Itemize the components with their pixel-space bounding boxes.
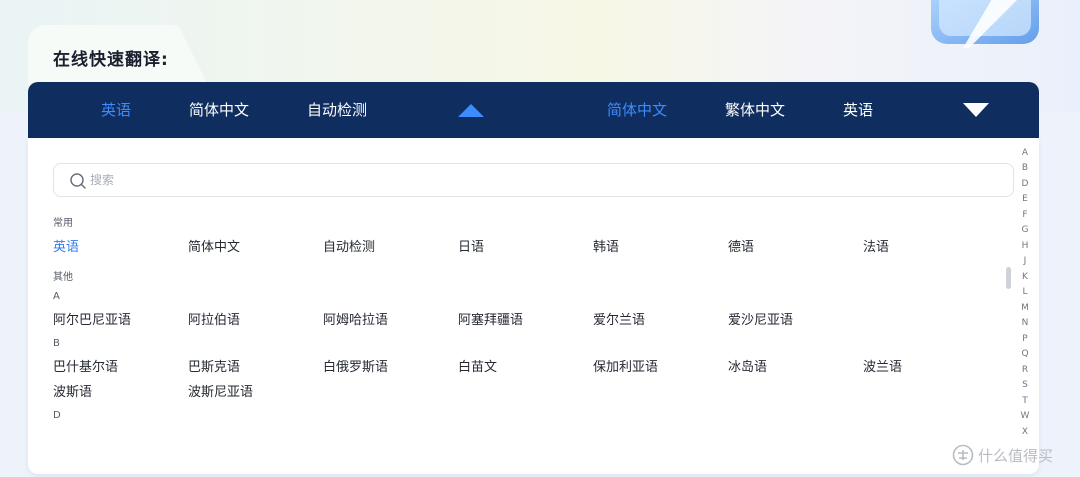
target-lang-simplified-chinese[interactable]: 简体中文 (607, 82, 667, 138)
lang-item-estonian[interactable]: 爱沙尼亚语 (728, 309, 793, 328)
collapse-source-icon[interactable] (458, 104, 484, 117)
lang-item-english[interactable]: 英语 (53, 236, 79, 255)
lang-item-bashkir[interactable]: 巴什基尔语 (53, 356, 118, 375)
watermark: 什么值得买 (952, 443, 1053, 467)
target-lang-traditional-chinese[interactable]: 繁体中文 (725, 82, 785, 138)
letter-d-label: D (53, 410, 61, 421)
language-bar: 英语 简体中文 自动检测 简体中文 繁体中文 英语 (28, 82, 1039, 138)
lang-item-bulgarian[interactable]: 保加利亚语 (593, 356, 658, 375)
lang-item-korean[interactable]: 韩语 (593, 236, 619, 255)
expand-target-icon[interactable] (963, 103, 989, 117)
search-box[interactable] (53, 163, 1014, 197)
source-lang-simplified-chinese[interactable]: 简体中文 (189, 82, 249, 138)
watermark-text: 什么值得买 (978, 446, 1054, 465)
page-title: 在线快速翻译: (53, 50, 169, 70)
alpha-index-t[interactable]: T (1019, 396, 1031, 406)
lang-item-hmong-daw[interactable]: 白苗文 (458, 356, 497, 375)
lang-item-arabic[interactable]: 阿拉伯语 (188, 309, 240, 328)
lang-item-irish[interactable]: 爱尔兰语 (593, 309, 645, 328)
search-icon (70, 173, 86, 189)
lang-item-bosnian[interactable]: 波斯尼亚语 (188, 381, 253, 400)
alpha-index-e[interactable]: E (1019, 194, 1031, 204)
lang-item-auto-detect[interactable]: 自动检测 (323, 236, 375, 255)
alpha-index-f[interactable]: F (1019, 210, 1031, 220)
lang-item-simplified-chinese[interactable]: 简体中文 (188, 236, 240, 255)
lang-item-german[interactable]: 德语 (728, 236, 754, 255)
alpha-index-l[interactable]: L (1019, 287, 1031, 297)
section-common-label: 常用 (53, 218, 73, 229)
alpha-index-a[interactable]: A (1019, 148, 1031, 158)
target-lang-english[interactable]: 英语 (843, 82, 873, 138)
source-lang-english[interactable]: 英语 (101, 82, 131, 138)
lang-item-belarusian[interactable]: 白俄罗斯语 (323, 356, 388, 375)
lang-item-polish[interactable]: 波兰语 (863, 356, 902, 375)
lang-item-japanese[interactable]: 日语 (458, 236, 484, 255)
search-input[interactable] (90, 168, 990, 192)
alpha-index-n[interactable]: N (1019, 318, 1031, 328)
alpha-index-w[interactable]: W (1019, 411, 1031, 421)
alpha-index-x[interactable]: X (1019, 427, 1031, 437)
alpha-index-h[interactable]: H (1019, 241, 1031, 251)
lang-item-amharic[interactable]: 阿姆哈拉语 (323, 309, 388, 328)
scrollbar-thumb[interactable] (1006, 267, 1011, 289)
alpha-index-r[interactable]: R (1019, 365, 1031, 375)
zhi-logo-icon (952, 444, 974, 466)
lang-item-albanian[interactable]: 阿尔巴尼亚语 (53, 309, 131, 328)
letter-a-label: A (53, 291, 60, 302)
alpha-index-p[interactable]: P (1019, 334, 1031, 344)
alpha-index-k[interactable]: K (1019, 272, 1031, 282)
lang-item-french[interactable]: 法语 (863, 236, 889, 255)
lang-item-azerbaijani[interactable]: 阿塞拜疆语 (458, 309, 523, 328)
lang-item-icelandic[interactable]: 冰岛语 (728, 356, 767, 375)
decorative-logo-icon (931, 0, 1039, 48)
section-other-label: 其他 (53, 272, 73, 283)
alpha-index-g[interactable]: G (1019, 225, 1031, 235)
letter-b-label: B (53, 338, 60, 349)
alpha-index-q[interactable]: Q (1019, 349, 1031, 359)
alpha-index-b[interactable]: B (1019, 163, 1031, 173)
lang-item-persian[interactable]: 波斯语 (53, 381, 92, 400)
alpha-index-m[interactable]: M (1019, 303, 1031, 313)
alpha-index-d[interactable]: D (1019, 179, 1031, 189)
alpha-index-j[interactable]: J (1019, 256, 1031, 266)
lang-item-basque[interactable]: 巴斯克语 (188, 356, 240, 375)
alpha-index-s[interactable]: S (1019, 380, 1031, 390)
source-lang-auto-detect[interactable]: 自动检测 (307, 82, 367, 138)
